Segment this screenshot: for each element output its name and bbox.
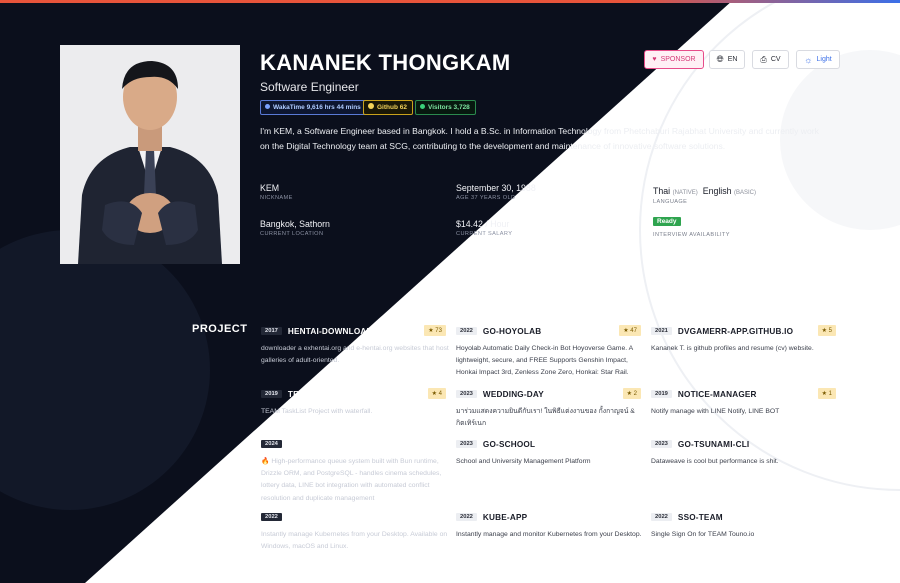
availability-status-badge: Ready: [653, 217, 681, 226]
sun-icon: ☼: [804, 54, 813, 65]
profile-photo: [60, 45, 240, 264]
project-title: GO-SCHOOL: [482, 439, 536, 449]
nickname-label: NICKNAME: [260, 195, 293, 201]
project-year: 2017: [261, 327, 282, 335]
sponsor-button[interactable]: ♥ SPONSOR: [644, 50, 704, 69]
profile-photo-illustration: [60, 45, 240, 264]
language-switch-label: EN: [727, 56, 738, 63]
project-title: AIDE-TOKENIZER: [287, 439, 361, 449]
profile-name: KANANEK THONGKAM: [260, 50, 511, 75]
project-stars-badge: ★ 5: [817, 325, 836, 336]
nickname-value: KEM: [260, 183, 280, 193]
sponsor-button-label: SPONSOR: [660, 56, 696, 63]
language-value: Thai (NATIVE) English (BASIC): [653, 186, 756, 196]
wakatime-icon: [265, 104, 270, 109]
location-value: Bangkok, Sathorn: [260, 219, 330, 229]
globe-icon: 🌐︎: [716, 54, 724, 64]
language-label: LANGUAGE: [653, 199, 688, 205]
project-title: WEDDING-DAY: [482, 389, 544, 399]
visitors-icon: [420, 104, 425, 109]
profile-role: Software Engineer: [260, 80, 359, 94]
github-icon: [368, 103, 374, 109]
language-english: English: [702, 186, 732, 196]
project-description: Notify manage with LINE Notify, LINE BOT: [651, 408, 780, 415]
birthday-value: September 30, 1988: [456, 183, 536, 193]
project-year: 2019: [651, 390, 672, 398]
project-stars-badge: ★ 1: [817, 388, 836, 399]
project-description: Instantly manage Kubernetes from your De…: [261, 531, 448, 551]
project-stars-badge: ★ 47: [619, 325, 641, 336]
project-description: School and University Management Platfor…: [456, 458, 591, 465]
project-year: 2024: [261, 440, 282, 448]
cv-button-label: CV: [770, 56, 781, 63]
project-description: Dataweave is cool but performance is shi…: [651, 458, 779, 465]
project-title: DVGAMERR-APP.GITHUB.IO: [677, 326, 794, 336]
project-year: 2023: [456, 390, 477, 398]
availability-label: INTERVIEW AVAILABILITY: [653, 232, 730, 238]
project-year: 2022: [456, 327, 477, 335]
project-title: SSO-TEAM: [677, 512, 723, 522]
salary-value: $14.42 / Hour: [456, 219, 510, 229]
github-badge-label: Github 62: [377, 104, 407, 111]
theme-toggle-label: Light: [816, 56, 832, 63]
project-year: 2023: [651, 440, 672, 448]
project-year: 2021: [651, 327, 672, 335]
language-thai-level: (NATIVE): [672, 190, 698, 196]
top-accent-bar: [0, 0, 900, 3]
project-title: TEAM-REWORK: [287, 389, 354, 399]
project-year: 2019: [261, 390, 282, 398]
project-year: 2022: [456, 513, 477, 521]
language-english-level: (BASIC): [734, 190, 757, 196]
project-description: Single Sign On for TEAM Touno.io: [651, 531, 755, 538]
project-title: GO-TSUNAMI-CLI: [677, 439, 750, 449]
age-label: AGE 37 YEARS OLD: [456, 195, 516, 201]
github-badge[interactable]: Github 62: [363, 100, 413, 115]
language-switch-button[interactable]: 🌐︎ EN: [709, 50, 745, 69]
project-year: 2022: [651, 513, 672, 521]
project-description: TEAM TaskList Project with waterfall.: [261, 408, 373, 415]
project-description: มาร่วมแสดงความยินดีกับเรา! ในพิธีแต่งงาน…: [456, 408, 635, 428]
profile-bio: I'm KEM, a Software Engineer based in Ba…: [260, 126, 819, 151]
projects-section-title: PROJECT: [192, 323, 248, 335]
printer-icon: ⎙: [760, 54, 767, 64]
project-title: HENTAI-DOWNLOADER: [287, 326, 385, 336]
visitors-badge-label: Visitors 3,728: [428, 104, 470, 111]
project-title: NOTICE-MANAGER: [677, 389, 757, 399]
salary-label: CURRENT SALARY: [456, 231, 513, 237]
wakatime-badge-label: WakaTime 9,616 hrs 44 mins: [273, 104, 361, 111]
project-description: downloader a exhentai.org and e-hentai.o…: [261, 345, 449, 365]
project-stars-badge: ★ 4: [427, 388, 446, 399]
project-title: GO-HOYOLAB: [482, 326, 542, 336]
project-stars-badge: ★ 73: [424, 325, 446, 336]
project-title: INFRA-HADES-APP: [287, 512, 367, 522]
project-description: 🔥 High-performance queue system built wi…: [261, 458, 442, 502]
location-label: CURRENT LOCATION: [260, 231, 324, 237]
project-description: Kananek T. is github profiles and resume…: [651, 345, 814, 352]
heart-icon: ♥: [652, 56, 657, 63]
project-title: KUBE-APP: [482, 512, 528, 522]
project-description: Instantly manage and monitor Kubernetes …: [456, 531, 642, 538]
project-year: 2022: [261, 513, 282, 521]
project-year: 2023: [456, 440, 477, 448]
visitors-badge[interactable]: Visitors 3,728: [415, 100, 476, 115]
project-description: Hoyolab Automatic Daily Check-in Bot Hoy…: [456, 345, 633, 377]
project-stars-badge: ★ 2: [622, 388, 641, 399]
wakatime-badge[interactable]: WakaTime 9,616 hrs 44 mins: [260, 100, 367, 115]
cv-button[interactable]: ⎙ CV: [752, 50, 789, 69]
language-thai: Thai: [653, 186, 671, 196]
theme-toggle-button[interactable]: ☼ Light: [796, 50, 840, 69]
